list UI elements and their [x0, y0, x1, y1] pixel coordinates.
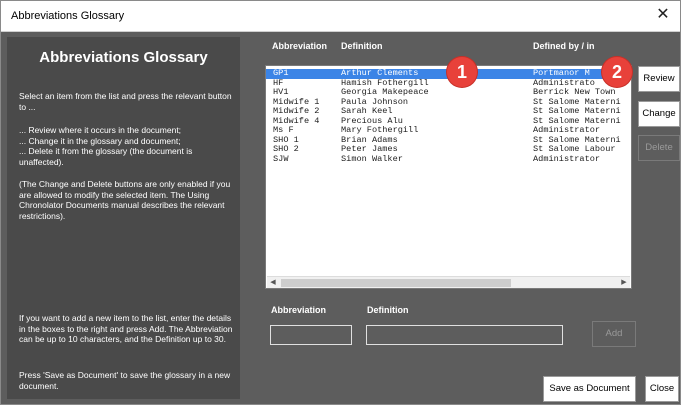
glossary-list[interactable]: GP1 Arthur Clements Portmanor M HF Hamish Fo… [265, 65, 632, 289]
definition-label: Definition [367, 305, 409, 315]
list-item-defined-by: Administrator [533, 153, 601, 164]
save-as-document-button[interactable]: Save as Document [543, 376, 636, 402]
close-icon[interactable]: ✕ [652, 4, 674, 26]
column-header-defined-by: Defined by / in [533, 41, 595, 51]
delete-button[interactable]: Delete [638, 135, 680, 161]
close-button[interactable]: Close [645, 376, 679, 402]
list-item-definition: Simon Walker [341, 153, 403, 164]
abbreviation-label: Abbreviation [271, 305, 327, 315]
add-button[interactable]: Add [592, 321, 636, 347]
help-intro: Select an item from the list and press t… [19, 91, 232, 112]
list-item-abbreviation: SJW [273, 153, 289, 164]
column-header-definition: Definition [341, 41, 383, 51]
callout-badge-1: 1 [447, 57, 477, 87]
scroll-right-icon[interactable]: ▶ [618, 277, 630, 288]
help-actions: ... Review where it occurs in the docume… [19, 125, 193, 167]
window-title: Abbreviations Glossary [11, 10, 125, 22]
title-bar: Abbreviations Glossary ✕ [1, 1, 680, 32]
review-button[interactable]: Review [638, 66, 680, 92]
help-save: Press 'Save as Document' to save the glo… [19, 370, 231, 391]
change-button[interactable]: Change [638, 101, 680, 127]
column-header-abbreviation: Abbreviation [272, 41, 328, 51]
scroll-thumb[interactable] [281, 279, 511, 287]
definition-input[interactable] [366, 325, 563, 345]
help-heading: Abbreviations Glossary [39, 49, 208, 66]
callout-badge-2: 2 [602, 57, 632, 87]
abbreviation-input[interactable] [270, 325, 352, 345]
help-panel: Abbreviations Glossary Select an item fr… [7, 37, 240, 399]
scroll-left-icon[interactable]: ◀ [267, 277, 279, 288]
glossary-window: Abbreviations Glossary ✕ Abbreviations G… [0, 0, 681, 405]
help-note: (The Change and Delete buttons are only … [19, 179, 231, 221]
list-item[interactable]: SJW Simon Walker Administrator [266, 153, 631, 165]
help-add: If you want to add a new item to the lis… [19, 313, 233, 344]
horizontal-scrollbar[interactable]: ◀ ▶ [267, 276, 630, 288]
